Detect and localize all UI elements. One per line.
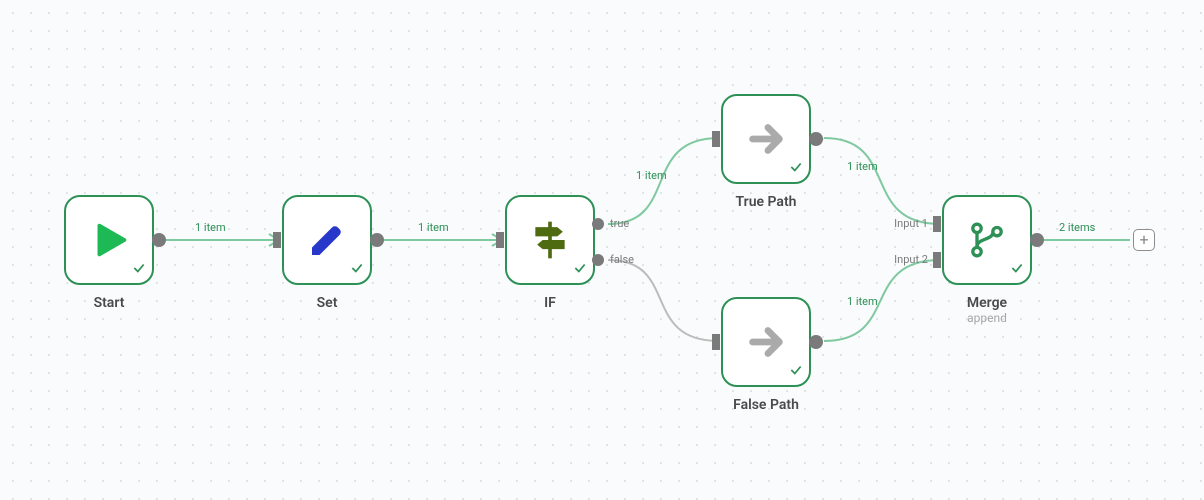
node-false-path[interactable] bbox=[721, 297, 811, 387]
arrow-right-icon bbox=[743, 116, 789, 162]
output-port-false[interactable] bbox=[591, 253, 605, 267]
check-icon bbox=[573, 260, 587, 279]
edge-label-set-if: 1 item bbox=[418, 221, 449, 234]
output-port[interactable] bbox=[807, 333, 825, 351]
node-if[interactable] bbox=[505, 195, 595, 285]
node-title-set: Set bbox=[257, 295, 397, 311]
edge-label-false-merge: 1 item bbox=[847, 295, 878, 308]
input-port-1[interactable] bbox=[933, 216, 945, 232]
edge-label-start-set: 1 item bbox=[195, 221, 226, 234]
node-title-start: Start bbox=[39, 295, 179, 311]
input-port[interactable] bbox=[712, 334, 724, 350]
node-title-true-path: True Path bbox=[696, 194, 836, 210]
output-port-true[interactable] bbox=[591, 217, 605, 231]
node-set[interactable] bbox=[282, 195, 372, 285]
check-icon bbox=[132, 260, 146, 279]
input-port[interactable] bbox=[712, 131, 724, 147]
output-port[interactable] bbox=[807, 130, 825, 148]
edge-label-if-true: 1 item bbox=[636, 169, 667, 182]
node-subtitle-merge: append bbox=[917, 311, 1057, 325]
port-label-true: true bbox=[610, 217, 629, 230]
git-branch-icon bbox=[967, 220, 1007, 260]
plus-icon: + bbox=[1139, 232, 1148, 248]
node-title-false-path: False Path bbox=[696, 397, 836, 413]
output-port[interactable] bbox=[1028, 231, 1046, 249]
check-icon bbox=[1010, 260, 1024, 279]
input-port-2[interactable] bbox=[933, 252, 945, 268]
input-port[interactable] bbox=[496, 232, 508, 248]
play-icon bbox=[86, 217, 132, 263]
signpost-icon bbox=[528, 218, 572, 262]
check-icon bbox=[789, 362, 803, 381]
node-start[interactable] bbox=[64, 195, 154, 285]
node-title-merge: Merge bbox=[917, 295, 1057, 311]
add-node-button[interactable]: + bbox=[1133, 229, 1155, 251]
pencil-icon bbox=[307, 220, 347, 260]
node-true-path[interactable] bbox=[721, 94, 811, 184]
node-merge[interactable] bbox=[942, 195, 1032, 285]
arrow-right-icon bbox=[743, 319, 789, 365]
output-port[interactable] bbox=[150, 231, 168, 249]
port-label-input-1: Input 1 bbox=[884, 217, 928, 230]
input-port[interactable] bbox=[273, 232, 285, 248]
port-label-false: false bbox=[610, 253, 634, 266]
check-icon bbox=[350, 260, 364, 279]
output-port[interactable] bbox=[368, 231, 386, 249]
port-label-input-2: Input 2 bbox=[884, 253, 928, 266]
edge-label-merge-out: 2 items bbox=[1059, 221, 1095, 234]
node-title-if: IF bbox=[480, 295, 620, 311]
edge-label-true-merge: 1 item bbox=[847, 160, 878, 173]
check-icon bbox=[789, 159, 803, 178]
